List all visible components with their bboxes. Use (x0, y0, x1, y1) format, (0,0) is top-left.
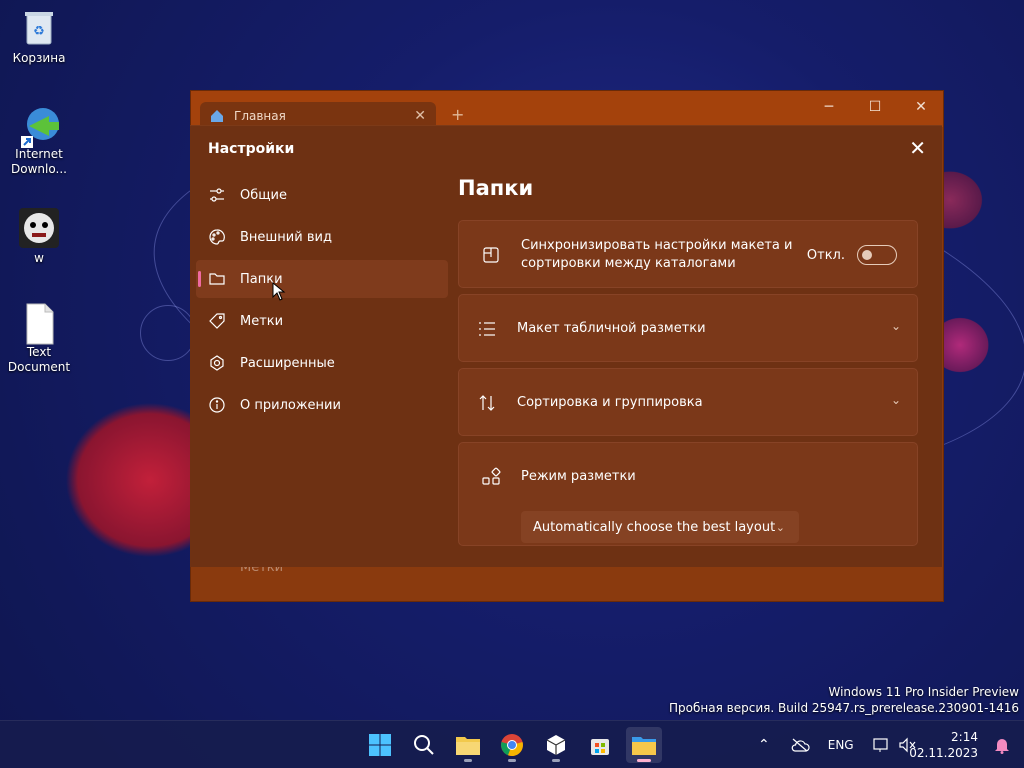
toggle-knob (862, 250, 872, 260)
nav-item-label: О приложении (240, 397, 341, 413)
minimize-button[interactable]: ─ (819, 99, 839, 115)
watermark-line1: Windows 11 Pro Insider Preview (828, 685, 1019, 699)
network-icon[interactable] (872, 737, 890, 753)
sync-toggle[interactable] (857, 245, 897, 265)
mouse-cursor-icon (272, 282, 286, 301)
dropdown-value: Automatically choose the best layout (533, 519, 776, 535)
settings-nav: Общие Внешний вид Папки Метки Расширенны… (196, 176, 448, 428)
active-indicator (637, 759, 651, 762)
palette-icon (208, 228, 226, 246)
sort-group-card[interactable]: Сортировка и группировка ⌄ (458, 368, 918, 436)
chevron-down-icon: ⌄ (775, 520, 785, 534)
clock-time: 2:14 (951, 730, 978, 744)
search-icon (414, 735, 434, 755)
tab-title: Главная (234, 109, 286, 123)
table-layout-label: Макет табличной разметки (517, 321, 706, 336)
text-file-icon (19, 302, 59, 345)
list-layout-icon (477, 319, 497, 339)
recycle-bin-icon: ♻ (19, 8, 59, 48)
new-tab-button[interactable]: + (451, 105, 464, 124)
layout-mode-label: Режим разметки (521, 469, 636, 484)
desktop-icon-label: w (34, 251, 44, 265)
clock[interactable]: 2:14 02.11.2023 (909, 729, 978, 761)
chevron-down-icon[interactable]: ⌄ (891, 393, 901, 407)
sync-toggle-group: Откл. (807, 245, 897, 265)
nav-item-folders[interactable]: Папки (196, 260, 448, 301)
home-icon (211, 110, 223, 122)
running-indicator (552, 759, 560, 762)
desktop-icon-label: Internet Downlo... (11, 147, 67, 176)
face-thumbnail-icon (19, 208, 59, 248)
sync-label-line1: Синхронизировать настройки макета и (521, 238, 793, 253)
files-app-button[interactable] (626, 727, 662, 763)
desktop-icon-idm[interactable]: Internet Downlo... (1, 104, 77, 177)
toggle-state-label: Откл. (806, 247, 845, 263)
advanced-icon (208, 354, 226, 372)
desktop-icon-label: Text Document (7, 345, 71, 374)
chrome-icon (501, 734, 523, 757)
svg-text:♻: ♻ (33, 24, 45, 39)
nav-item-label: Общие (240, 187, 287, 203)
chevron-down-icon[interactable]: ⌄ (891, 319, 901, 333)
watermark-line2: Пробная версия. Build 25947.rs_prereleas… (669, 701, 1019, 715)
start-button[interactable] (362, 727, 398, 763)
desktop-icon-text-document[interactable]: Text Document (1, 302, 77, 375)
info-icon (208, 396, 226, 414)
layout-mode-dropdown[interactable]: Automatically choose the best layout ⌄ (521, 511, 799, 543)
desktop-icon-w[interactable]: w (1, 208, 77, 266)
nav-item-tags[interactable]: Метки (196, 302, 448, 340)
desktop-icon-recycle-bin[interactable]: ♻ Корзина (1, 8, 77, 66)
nav-item-general[interactable]: Общие (196, 176, 448, 214)
system-tray: ⌃ ENG (758, 721, 916, 768)
sync-layout-icon (481, 245, 501, 265)
layout-mode-icon (481, 467, 501, 487)
internet-download-manager-icon (19, 104, 59, 148)
maximize-button[interactable]: ☐ (865, 99, 885, 115)
nav-item-advanced[interactable]: Расширенные (196, 344, 448, 382)
file-explorer-button[interactable] (450, 727, 486, 763)
sliders-icon (208, 186, 226, 204)
windows-logo-icon (369, 734, 391, 756)
nav-item-label: Метки (240, 313, 284, 329)
running-indicator (508, 759, 516, 762)
notification-bell-icon[interactable] (994, 736, 1010, 754)
tag-icon (208, 312, 226, 330)
running-indicator (464, 759, 472, 762)
settings-dialog: Настройки ✕ Общие Внешний вид Папки Метк… (190, 125, 942, 567)
settings-title: Настройки (208, 141, 295, 157)
settings-close-button[interactable]: ✕ (909, 136, 926, 160)
nav-item-about[interactable]: О приложении (196, 386, 448, 424)
sync-settings-card: Синхронизировать настройки макета и сорт… (458, 220, 918, 288)
onedrive-offline-icon[interactable] (790, 738, 810, 752)
window-close-button[interactable]: ✕ (911, 99, 931, 115)
tab-close-icon[interactable]: ✕ (414, 108, 426, 124)
nav-item-appearance[interactable]: Внешний вид (196, 218, 448, 256)
sync-label-line2: сортировки между каталогами (521, 256, 736, 271)
files-app-icon (632, 737, 656, 755)
package-box-icon (546, 735, 566, 755)
file-explorer-icon (456, 737, 480, 755)
page-title: Папки (458, 176, 534, 200)
clock-date: 02.11.2023 (909, 746, 978, 760)
taskbar: ⌃ ENG 2:14 02.11.2023 (0, 720, 1024, 768)
layout-mode-card: Режим разметки Automatically choose the … (458, 442, 918, 546)
folder-icon (208, 270, 226, 288)
nav-item-label: Расширенные (240, 355, 335, 371)
sort-group-label: Сортировка и группировка (517, 395, 703, 410)
search-button[interactable] (406, 727, 442, 763)
store-icon (591, 739, 609, 755)
language-indicator[interactable]: ENG (828, 738, 854, 752)
desktop-orbit-line (140, 305, 196, 361)
chrome-button[interactable] (494, 727, 530, 763)
store-button[interactable] (582, 727, 618, 763)
window-titlebar[interactable]: Главная ✕ + ─ ☐ ✕ (191, 91, 943, 130)
nav-item-label: Внешний вид (240, 229, 332, 245)
table-layout-card[interactable]: Макет табличной разметки ⌄ (458, 294, 918, 362)
desktop-icon-label: Корзина (12, 51, 66, 65)
sort-arrows-icon (477, 393, 497, 413)
package-app-button[interactable] (538, 727, 574, 763)
show-hidden-icons-chevron-icon[interactable]: ⌃ (758, 737, 770, 753)
